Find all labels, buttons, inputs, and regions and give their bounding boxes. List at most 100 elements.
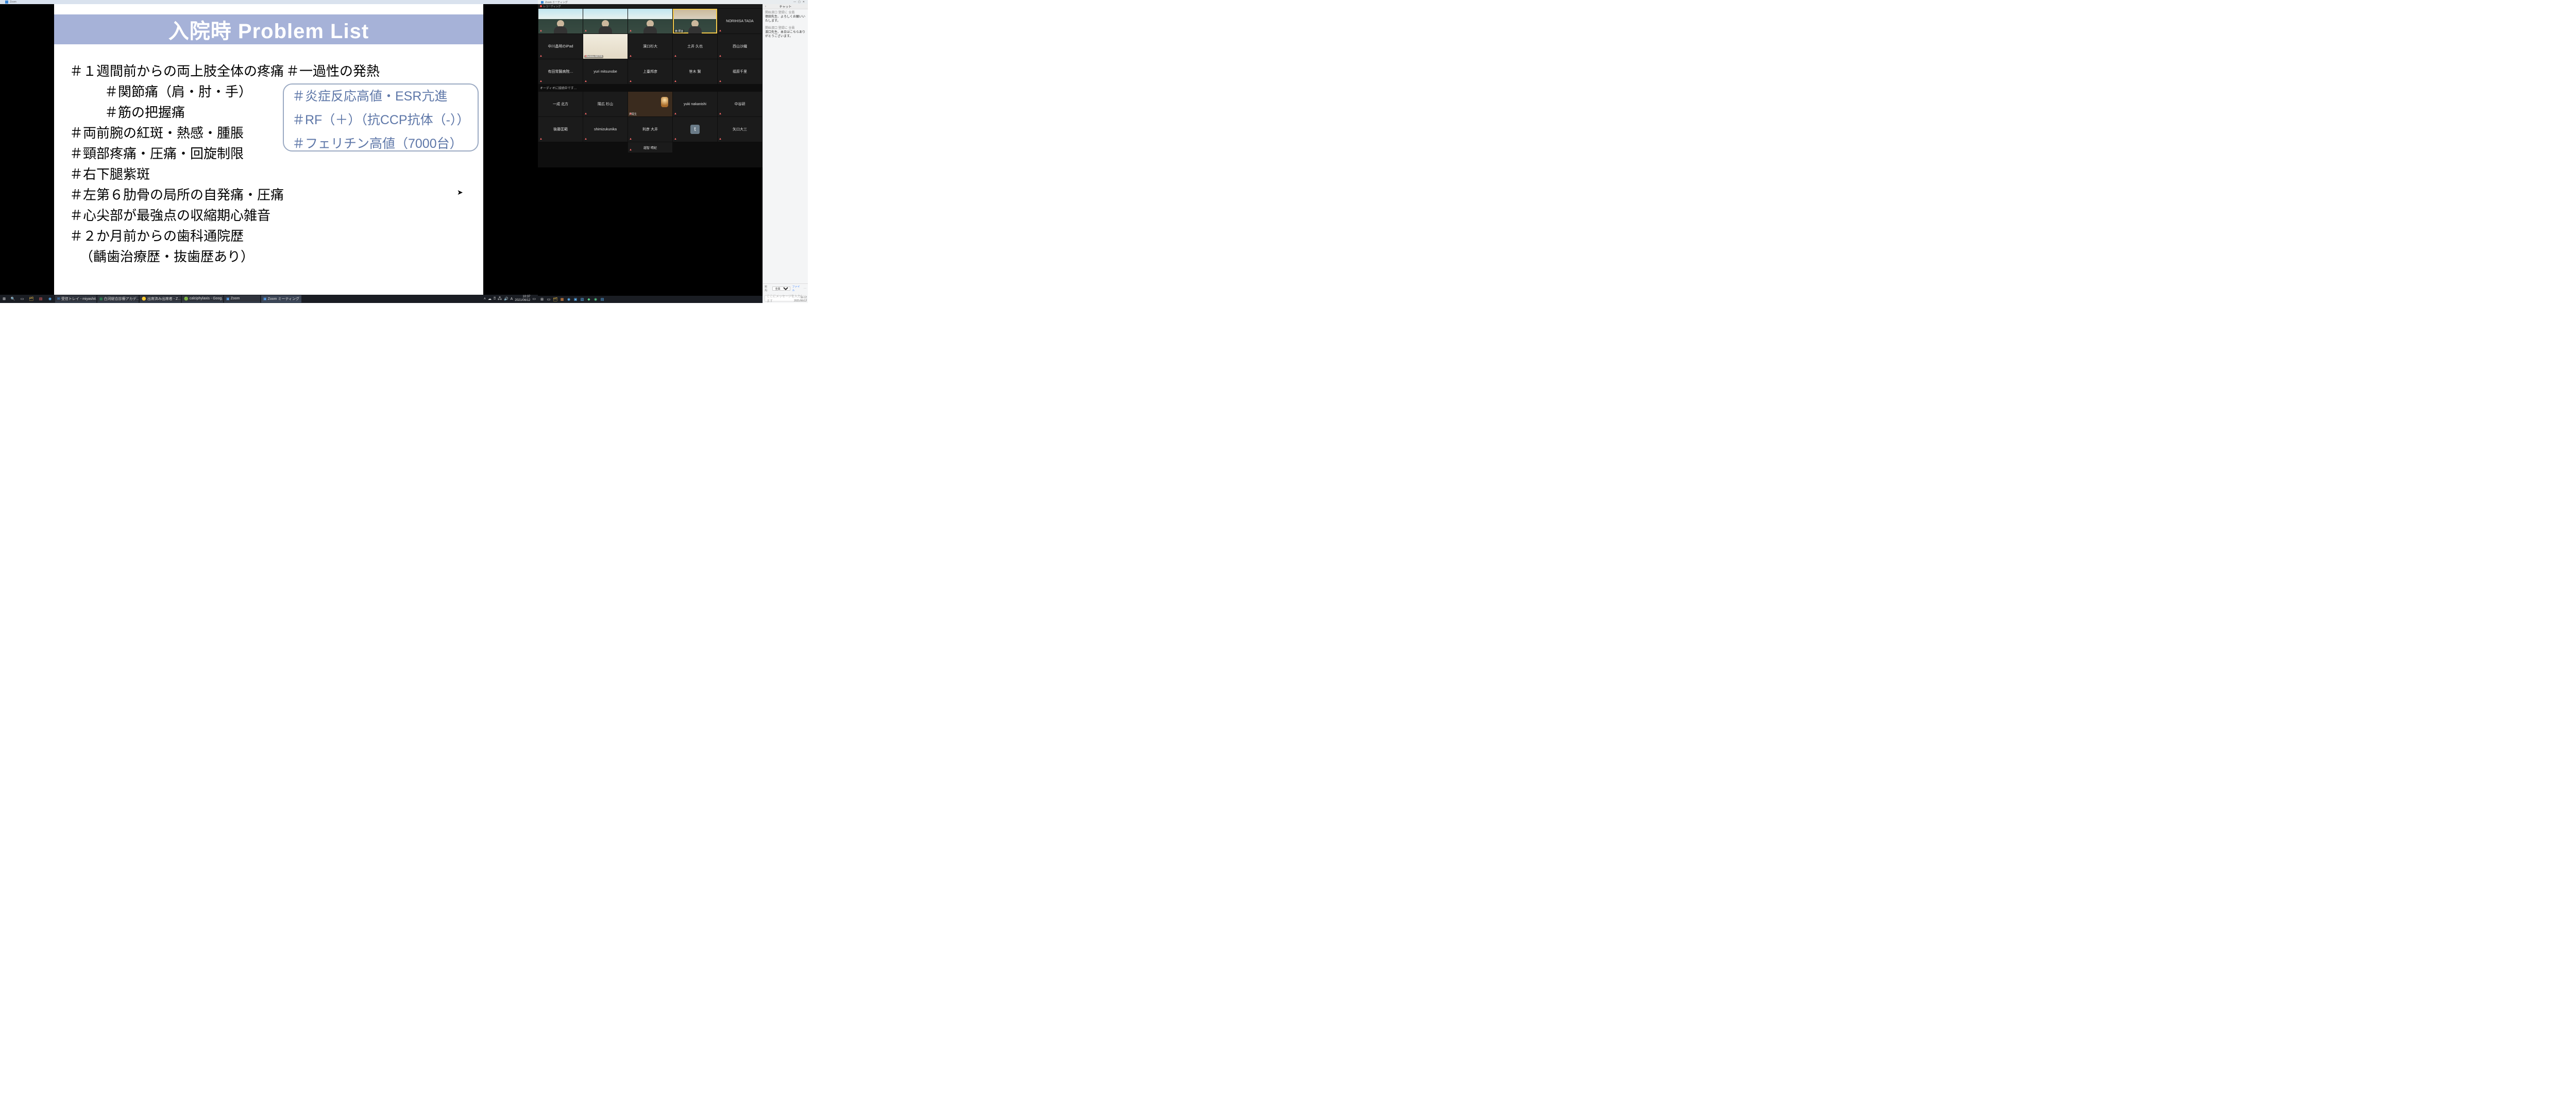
chevron-left-icon[interactable]: ‹ (765, 5, 766, 8)
mute-icon: ▲ (539, 80, 543, 83)
app-icon[interactable]: ◉ (566, 297, 572, 302)
participant-tile[interactable]: ▲福原千里 (718, 59, 762, 84)
highlight-box: ＃炎症反応高値・ESR亢進 ＃RF（＋）（抗CCP抗体（-）） ＃フェリチン高値… (283, 83, 479, 151)
participant-tile[interactable]: ▲土井 久也 (673, 34, 717, 59)
cloud-icon[interactable]: ☁ (488, 297, 492, 301)
mouse-cursor-icon: ➤ (457, 188, 463, 197)
participant-tile[interactable]: ▲笹木 賢 (673, 59, 717, 84)
taskbar-app[interactable]: ▣Zoom (224, 295, 260, 302)
taskbar-app[interactable]: ✉受信トレイ - miyashit… (55, 295, 96, 302)
participant-tile[interactable]: ▲越智 晴紀 (628, 142, 672, 153)
primary-window-titlebar: Zoom (0, 0, 538, 4)
participant-tile[interactable]: ▲濱口杉大 (628, 34, 672, 59)
participant-tile[interactable]: t▲ (673, 117, 717, 142)
more-icon[interactable]: ⋯ (804, 287, 806, 290)
participant-tile[interactable]: 押尾生▲ (628, 92, 672, 116)
mute-icon: ▲ (629, 80, 632, 83)
participant-tile[interactable]: ▲ yuki nakanishi (673, 92, 717, 116)
explorer-icon[interactable]: 🗂 (27, 296, 36, 302)
app-icon[interactable]: ▦ (559, 297, 565, 302)
mute-icon: ▲ (674, 112, 677, 115)
task-view-icon[interactable]: ▭ (18, 296, 26, 302)
secondary-window-titlebar: Zoom ミーティング — ▢ ✕ (538, 0, 808, 4)
participant-tile[interactable]: ▲西山沙織 (718, 34, 762, 59)
participant-name: 徳 照宜 (674, 29, 684, 33)
search-icon[interactable]: 🔍 (9, 296, 17, 302)
participant-tile[interactable]: Madoka AKIYA▲ (583, 34, 628, 59)
chat-from: 開始濱口 登録に 全員 (765, 11, 806, 15)
secondary-monitor: Zoom ミーティング — ▢ ✕ レコーディング ▲ ▲ ▲ 徳 照宜 ▲NO… (538, 0, 808, 303)
chat-footer: 宛先: 全員 ファイル ⋯ (763, 283, 808, 294)
participant-name: yuki nakanishi (684, 103, 706, 106)
slide-right-top: ＃一過性の発熱 (286, 61, 380, 81)
participant-name: 土井 久也 (687, 44, 703, 49)
window-max-icon[interactable]: ▢ (798, 1, 801, 4)
mute-icon: ▲ (629, 29, 632, 32)
windows-taskbar[interactable]: ⊞ 🔍 ▭ 🗂 ▤ ◉ ✉受信トレイ - miyashit… ▦白河総合診療アカ… (0, 295, 538, 303)
participant-tile[interactable]: ▲上臺邦彦 (628, 59, 672, 84)
app-icon[interactable]: ▧ (579, 297, 585, 302)
app-icon[interactable]: ▤ (599, 297, 605, 302)
shared-slide: 入院時 Problem List ＃１週間前からの両上肢全体の疼痛 ＃一過性の発… (54, 4, 483, 295)
box-line: ＃炎症反応高値・ESR亢進 (284, 85, 478, 108)
participant-name: NORIHISA TADA (726, 20, 753, 23)
network-icon[interactable]: 🖧 (498, 296, 502, 302)
participant-name: 濱口杉大 (643, 44, 657, 49)
participant-tile[interactable]: ▲有田胃腸病院… (538, 59, 583, 84)
recording-label: レコーディング (543, 5, 561, 8)
taskbar-app[interactable]: 🟢calciphylaxis - Goog… (182, 295, 223, 302)
window-min-icon[interactable]: — (793, 1, 796, 4)
avatar-letter: t (690, 125, 700, 134)
taskbar-app[interactable]: ▦白河総合診療アカデ… (97, 295, 139, 302)
participant-gallery: 一成 北方 ▲陽広 杉山 押尾生▲ ▲ yuki nakanishi ▲中谷研 ▲… (538, 91, 762, 167)
system-tray[interactable]: ˄ ☁ ⍰ 🖧 🔊 A 10:37 2021/06/12 ▭ (484, 295, 538, 302)
primary-monitor: ⌾ Zoom Meetings がWebカメラを使用しています ⌄ 入院時 Pr… (0, 4, 538, 295)
participant-tile[interactable]: ▲ (628, 9, 672, 33)
mute-icon: ▲ (539, 55, 543, 58)
slide-line: ＃２か月前からの歯科通院歴 (70, 226, 477, 246)
volume-icon[interactable]: 🔊 (504, 297, 509, 301)
participant-tile[interactable]: ▲利彦 大井 (628, 117, 672, 142)
taskbar-app[interactable]: 🟡出席済み出席者 - Z… (140, 295, 181, 302)
task-view-icon[interactable]: ▭ (546, 297, 552, 302)
edge-icon[interactable]: ◉ (46, 296, 54, 302)
file-button[interactable]: ファイル (792, 285, 802, 292)
empty-space (538, 167, 762, 303)
notifications-icon[interactable]: ▭ (532, 297, 536, 301)
participant-tile[interactable]: ▲後藤匡範 (538, 117, 583, 142)
chat-header: ‹ チャット (763, 4, 808, 9)
explorer-icon[interactable]: 🗂 (552, 297, 558, 302)
headset-icon[interactable]: ⍰ (494, 297, 496, 301)
send-to-select[interactable]: 全員 (772, 286, 790, 291)
participant-tile[interactable]: ▲ (583, 9, 628, 33)
participant-tile[interactable]: ▲矢口大三 (718, 117, 762, 142)
slide-title: 入院時 Problem List (54, 14, 483, 44)
ime-icon[interactable]: A (511, 297, 513, 301)
mute-icon: ▲ (584, 138, 587, 141)
participant-tile[interactable]: 徳 照宜 (673, 9, 717, 33)
mute-icon: ▲ (629, 138, 632, 141)
box-line: ＃フェリチン高値（7000台） (284, 132, 478, 156)
app-icon[interactable]: ◆ (586, 297, 592, 302)
participant-tile[interactable]: ▲NORIHISA TADA (718, 9, 762, 33)
participant-tile[interactable]: ▲ (538, 9, 583, 33)
mute-icon: ▲ (674, 138, 677, 141)
participant-tile[interactable]: ▲陽広 杉山 (583, 92, 628, 116)
participant-tile[interactable]: ▲shimizukunika (583, 117, 628, 142)
app-icon[interactable]: ◉ (592, 297, 599, 302)
start-button[interactable]: ⊞ (539, 297, 545, 302)
participant-tile[interactable]: ▲中川晶明のiPad (538, 34, 583, 59)
participant-tile[interactable]: ▲中谷研 (718, 92, 762, 116)
participant-tile[interactable]: 一成 北方 (538, 92, 583, 116)
participant-tile[interactable]: ▲yuri mitsunobe (583, 59, 628, 84)
window-close-icon[interactable]: ✕ (803, 1, 805, 4)
tray-chevron-up-icon[interactable]: ˄ (484, 297, 486, 301)
start-button[interactable]: ⊞ (0, 297, 8, 301)
pdf-icon[interactable]: ▤ (37, 296, 45, 302)
secondary-clock[interactable]: 10:37 2021/06/12 (794, 296, 807, 302)
send-to-label: 宛先: (765, 285, 770, 292)
secondary-taskbar[interactable]: ⊞ ▭ 🗂 ▦ ◉ ▣ ▧ ◆ ◉ ▤ (538, 296, 762, 303)
taskbar-clock[interactable]: 10:37 2021/06/12 (515, 295, 530, 302)
taskbar-app[interactable]: ▣Zoom ミーティング (261, 295, 301, 302)
app-icon[interactable]: ▣ (572, 297, 579, 302)
